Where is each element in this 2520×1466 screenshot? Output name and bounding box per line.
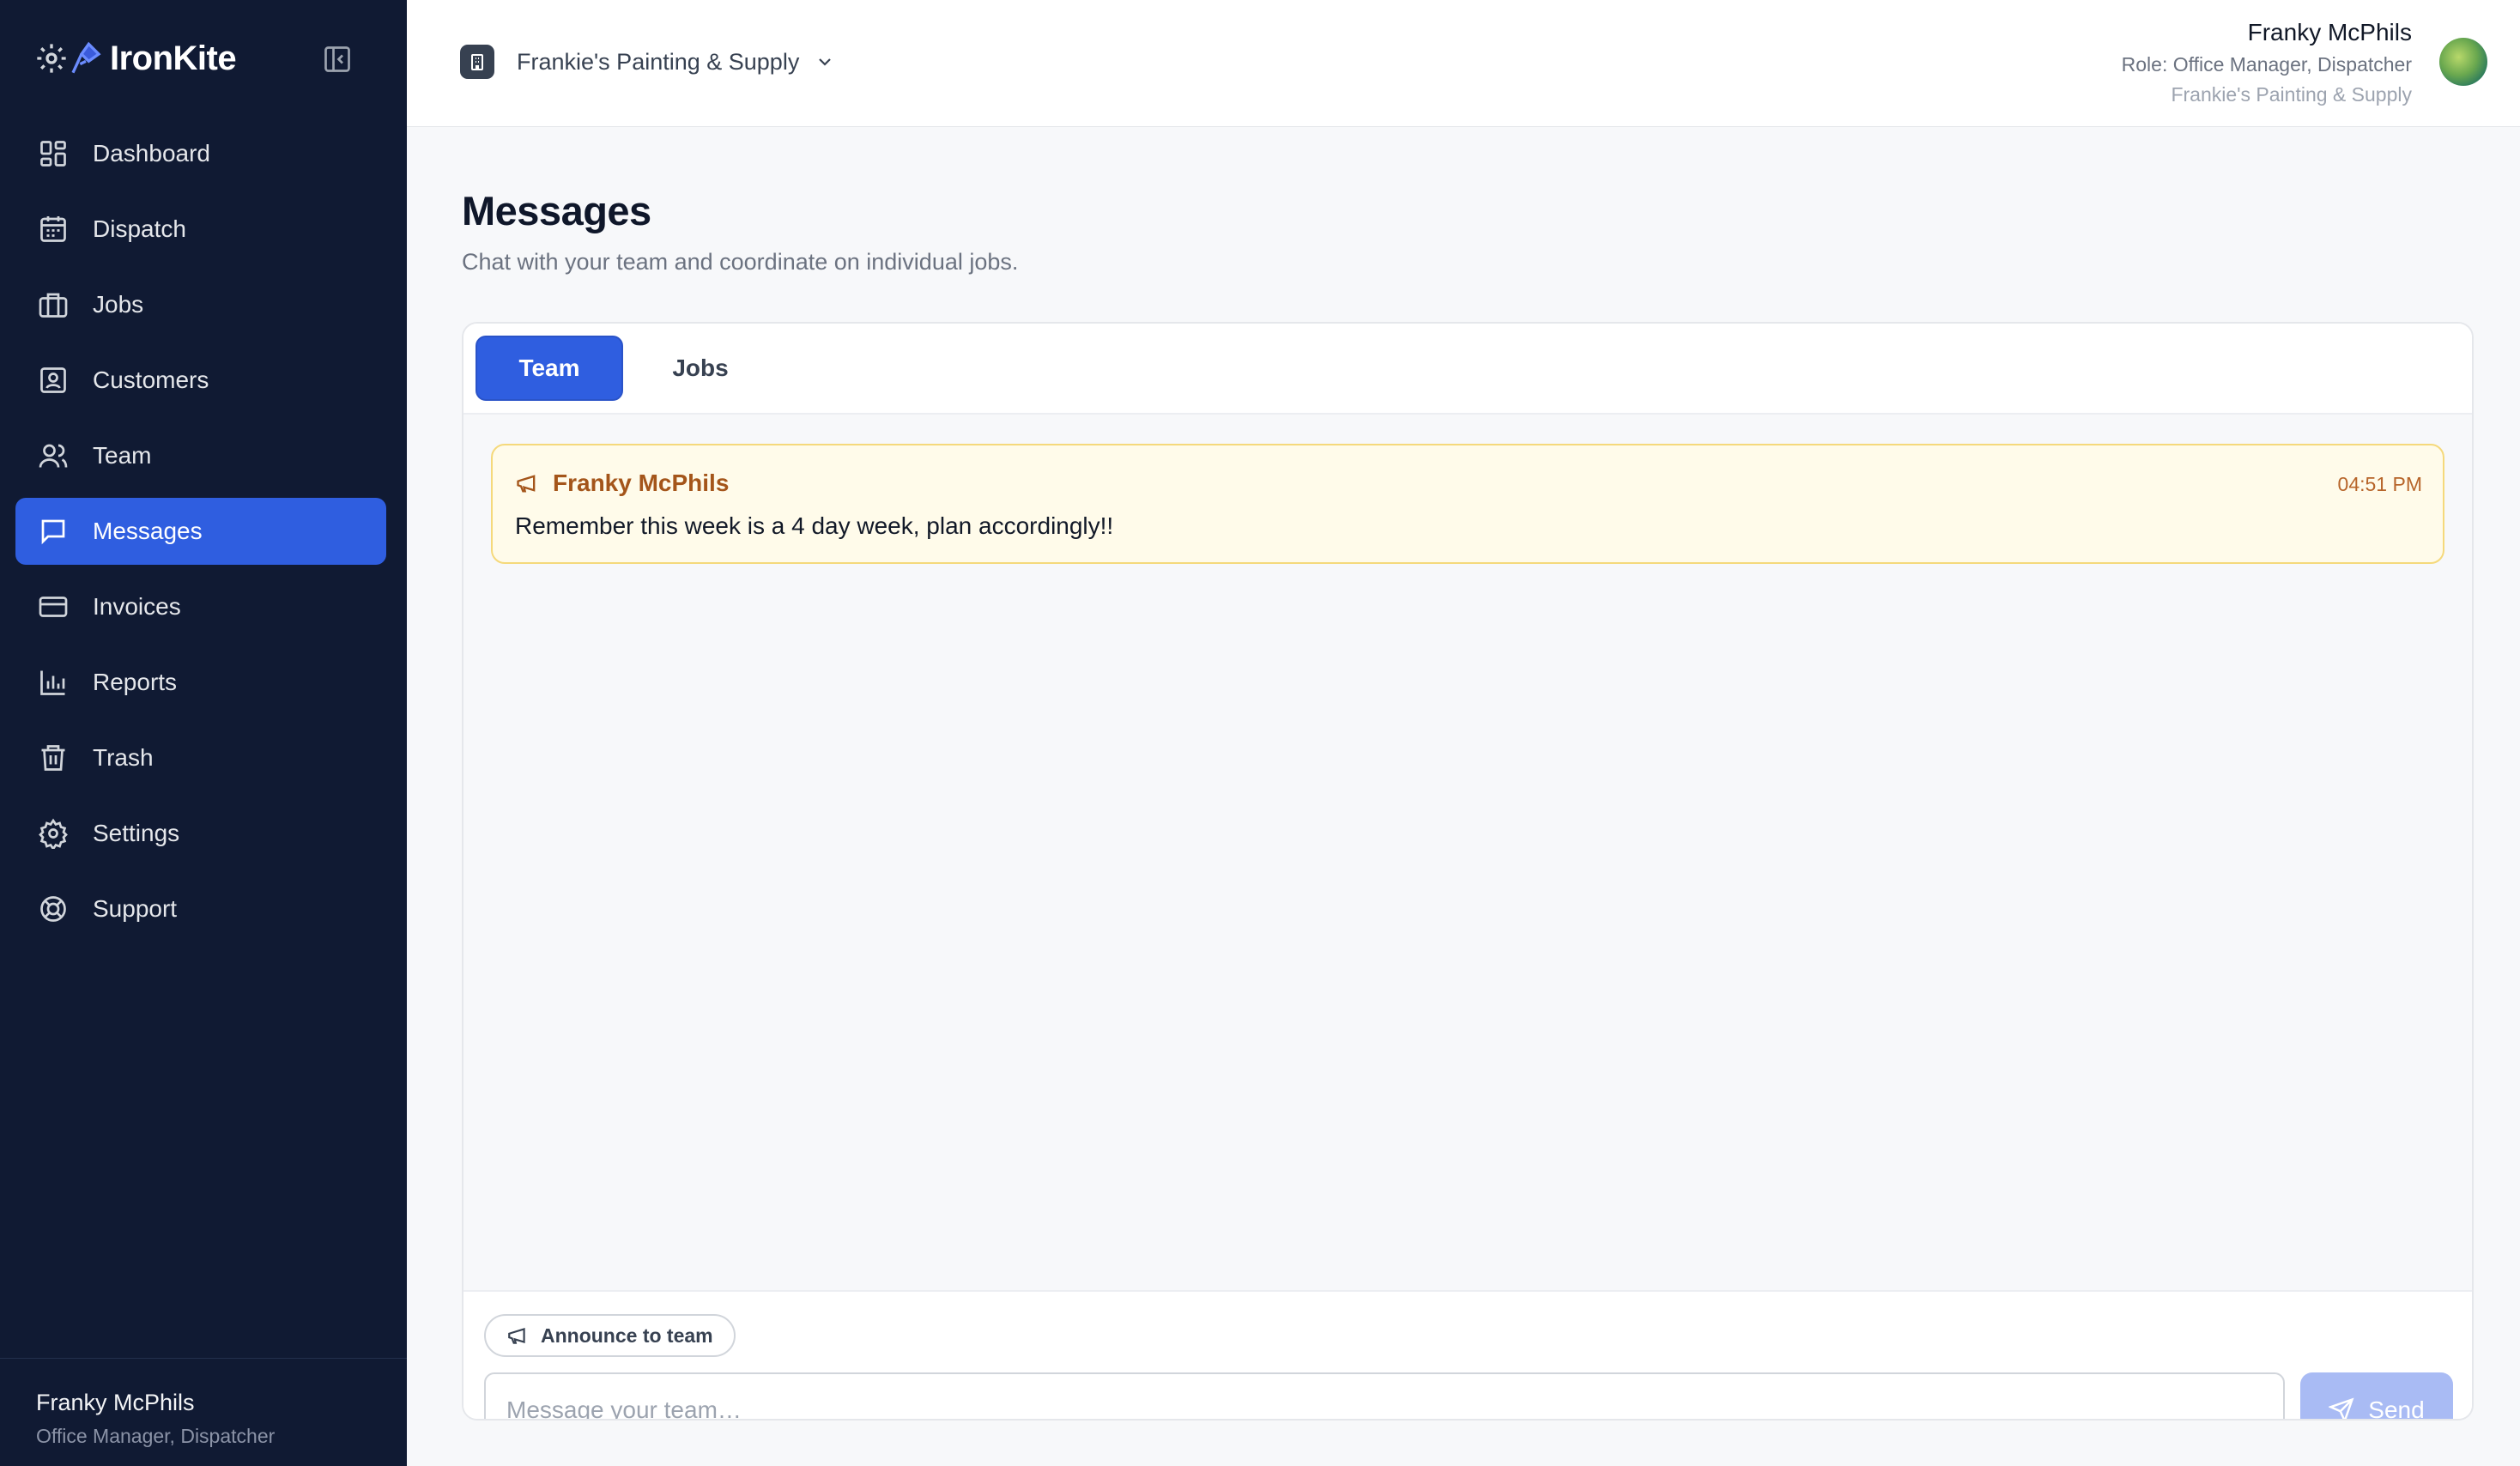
avatar[interactable] xyxy=(2439,38,2487,86)
header-user-role: Role: Office Manager, Dispatcher xyxy=(2121,53,2412,76)
contact-card-icon xyxy=(36,363,70,397)
header-user-name: Franky McPhils xyxy=(2247,19,2412,45)
sidebar-item-dashboard[interactable]: Dashboard xyxy=(15,120,386,187)
brand[interactable]: IronKite xyxy=(34,34,237,82)
sidebar-item-label: Dispatch xyxy=(93,215,186,242)
megaphone-icon xyxy=(506,1324,529,1347)
sidebar-item-team[interactable]: Team xyxy=(15,422,386,489)
sidebar-item-settings[interactable]: Settings xyxy=(15,800,386,867)
top-header: Frankie's Painting & Supply Franky McPhi… xyxy=(407,0,2520,127)
announce-to-team-button[interactable]: Announce to team xyxy=(484,1314,736,1357)
page-title: Messages xyxy=(462,188,651,233)
brand-name: IronKite xyxy=(110,39,237,77)
message-composer: Announce to team Send xyxy=(463,1290,2472,1421)
header-user-company: Frankie's Painting & Supply xyxy=(2171,83,2412,106)
collapse-sidebar-button[interactable] xyxy=(319,41,355,77)
bar-chart-icon xyxy=(36,665,70,700)
sidebar-item-trash[interactable]: Trash xyxy=(15,724,386,791)
sidebar-user-role: Office Manager, Dispatcher xyxy=(36,1425,276,1447)
lifebuoy-icon xyxy=(36,892,70,926)
sidebar-item-label: Support xyxy=(93,895,178,922)
sidebar-item-jobs[interactable]: Jobs xyxy=(15,271,386,338)
message-text: Remember this week is a 4 day week, plan… xyxy=(515,512,1114,539)
send-label: Send xyxy=(2368,1396,2425,1421)
sidebar-item-support[interactable]: Support xyxy=(15,875,386,942)
message-icon xyxy=(36,514,70,548)
send-icon xyxy=(2329,1397,2354,1419)
company-switcher[interactable]: Frankie's Painting & Supply xyxy=(460,45,835,79)
messages-panel: Team Jobs Franky McPhils 04:51 PM Rememb… xyxy=(462,322,2474,1421)
users-icon xyxy=(36,439,70,473)
sidebar-item-label: Invoices xyxy=(93,593,181,620)
message-author-name: Franky McPhils xyxy=(553,469,730,496)
gear-icon xyxy=(36,816,70,851)
trash-icon xyxy=(36,741,70,775)
sidebar-item-messages[interactable]: Messages xyxy=(15,498,386,565)
header-user-info: Franky McPhils Role: Office Manager, Dis… xyxy=(2122,19,2412,106)
sidebar-item-reports[interactable]: Reports xyxy=(15,649,386,716)
announce-label: Announce to team xyxy=(541,1324,713,1347)
company-name: Frankie's Painting & Supply xyxy=(517,48,800,75)
tabs-bar: Team Jobs xyxy=(463,324,2472,415)
message-list[interactable]: Franky McPhils 04:51 PM Remember this we… xyxy=(463,415,2472,1290)
sidebar-item-label: Team xyxy=(93,442,152,469)
sidebar-item-label: Dashboard xyxy=(93,140,210,167)
sidebar: IronKite Dashboard Dispatch Jobs Custome… xyxy=(0,0,407,1466)
sidebar-item-label: Reports xyxy=(93,669,178,695)
sidebar-user-name: Franky McPhils xyxy=(36,1390,195,1415)
tab-team[interactable]: Team xyxy=(476,336,623,401)
dashboard-icon xyxy=(36,136,70,171)
sidebar-item-label: Settings xyxy=(93,820,180,846)
sidebar-item-label: Jobs xyxy=(93,291,144,318)
calendar-icon xyxy=(36,212,70,246)
page-subtitle: Chat with your team and coordinate on in… xyxy=(462,249,1019,275)
megaphone-icon xyxy=(515,471,539,495)
sidebar-item-label: Trash xyxy=(93,744,154,771)
message-timestamp: 04:51 PM xyxy=(2337,473,2422,495)
tab-jobs[interactable]: Jobs xyxy=(632,336,769,401)
sidebar-item-label: Customers xyxy=(93,366,209,393)
sidebar-item-label: Messages xyxy=(93,518,203,544)
send-button[interactable]: Send xyxy=(2300,1372,2453,1421)
sidebar-user: Franky McPhils Office Manager, Dispatche… xyxy=(0,1358,407,1466)
sidebar-nav: Dashboard Dispatch Jobs Customers Team M… xyxy=(15,120,386,951)
credit-card-icon xyxy=(36,590,70,624)
chevron-down-icon xyxy=(815,51,835,72)
sidebar-item-customers[interactable]: Customers xyxy=(15,347,386,414)
briefcase-icon xyxy=(36,288,70,322)
message-author: Franky McPhils xyxy=(515,469,729,497)
building-icon xyxy=(460,45,494,79)
sidebar-collapse-icon xyxy=(324,46,350,72)
brand-logo xyxy=(34,34,106,82)
gear-icon xyxy=(37,44,66,73)
sidebar-item-dispatch[interactable]: Dispatch xyxy=(15,196,386,263)
message-input[interactable] xyxy=(484,1372,2285,1419)
announcement-message: Franky McPhils 04:51 PM Remember this we… xyxy=(491,444,2444,564)
sidebar-item-invoices[interactable]: Invoices xyxy=(15,573,386,640)
kite-icon xyxy=(71,41,101,74)
